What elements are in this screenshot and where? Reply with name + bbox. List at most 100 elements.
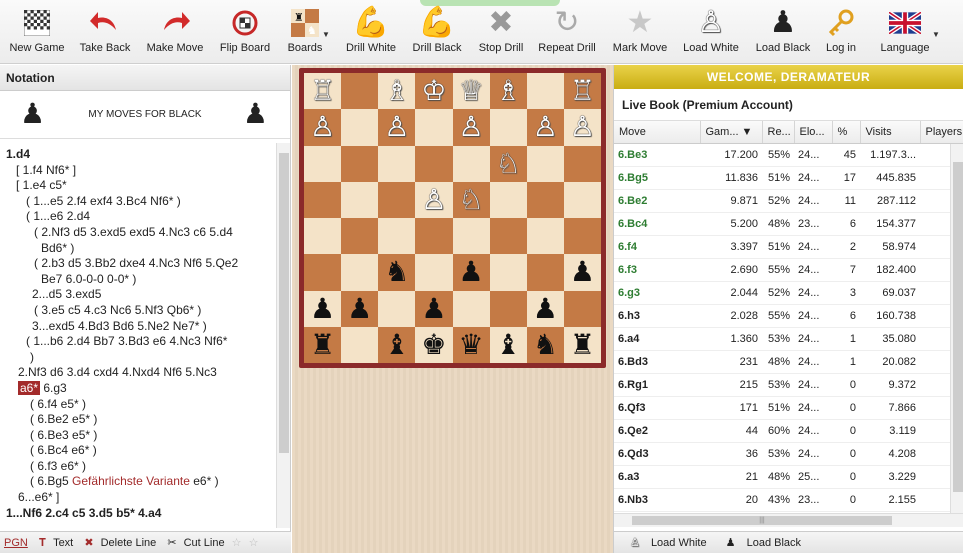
notation-line[interactable]: 2.Nf3 d6 3.d4 cxd4 4.Nxd4 Nf6 5.Nc3: [6, 365, 275, 381]
board-square[interactable]: [489, 109, 527, 146]
chevron-down-icon[interactable]: ▼: [932, 30, 940, 39]
chess-piece[interactable]: ♙: [384, 113, 409, 141]
notation-line[interactable]: ( 6.Bg5 Gefährlichste Variante e6* ): [6, 474, 275, 490]
column-header[interactable]: Gam... ▼: [700, 121, 763, 144]
board-square[interactable]: [563, 145, 601, 182]
chess-piece[interactable]: ♝: [496, 330, 521, 359]
chess-piece[interactable]: ♙: [533, 113, 558, 141]
load-white-button[interactable]: ♙ Load White: [680, 4, 742, 62]
chess-piece[interactable]: ♖: [310, 77, 335, 105]
board-square[interactable]: [526, 73, 564, 110]
table-row[interactable]: 6.Be2 9.871 52% 24... 11 287.112: [614, 189, 963, 213]
chess-piece[interactable]: ♔: [421, 77, 446, 105]
board-square[interactable]: [378, 290, 416, 327]
board-square[interactable]: ♖: [304, 73, 342, 110]
board-square[interactable]: [452, 290, 490, 327]
notation-line[interactable]: [ 1.e4 c5*: [6, 178, 275, 194]
board-square[interactable]: [341, 145, 379, 182]
board-square[interactable]: ♝: [489, 326, 527, 363]
board-square[interactable]: ♘: [452, 181, 490, 218]
board-square[interactable]: [341, 218, 379, 255]
chess-piece[interactable]: ♙: [459, 113, 484, 141]
column-header[interactable]: Elo...: [794, 121, 833, 144]
board-square[interactable]: ♘: [489, 145, 527, 182]
chess-board[interactable]: ♖ ♗ ♔ ♕ ♗ ♖ ♙ ♙ ♙ ♙ ♙ ♘ ♙ ♘ ♞ ♟ ♟ ♟ ♟ ♟ ♟ ♜ ♝ ♚ ♛ ♝ ♞ ♜: [304, 73, 601, 363]
board-square[interactable]: [489, 218, 527, 255]
delete-line-button[interactable]: ✖ Delete Line: [80, 537, 156, 549]
notation-line[interactable]: 1...Nf6 2.c4 c5 3.d5 b5* 4.a4: [6, 506, 275, 522]
stop-drill-button[interactable]: ✖ Stop Drill: [474, 4, 528, 62]
table-row[interactable]: 6.a4 1.360 53% 24... 1 35.080: [614, 327, 963, 351]
board-square[interactable]: ♜: [563, 326, 601, 363]
table-row[interactable]: 6.Qe2 44 60% 24... 0 3.119: [614, 419, 963, 443]
text-button[interactable]: 𝐓 Text: [35, 537, 73, 549]
board-square[interactable]: [341, 181, 379, 218]
board-square[interactable]: [341, 73, 379, 110]
board-square[interactable]: ♚: [415, 326, 453, 363]
notation-line[interactable]: ( 2.Nf3 d5 3.exd5 exd5 4.Nc3 c6 5.d4: [6, 225, 275, 241]
board-square[interactable]: [415, 109, 453, 146]
board-square[interactable]: ♟: [526, 290, 564, 327]
board-square[interactable]: ♟: [563, 254, 601, 291]
chess-piece[interactable]: ♝: [384, 330, 409, 359]
board-square[interactable]: [452, 145, 490, 182]
cut-line-button[interactable]: ✂ Cut Line: [163, 537, 224, 549]
chess-piece[interactable]: ♛: [459, 330, 484, 359]
notation-line[interactable]: 6...e6* ]: [6, 490, 275, 506]
notation-line[interactable]: 1.d4: [6, 147, 275, 163]
table-row[interactable]: 6.f3 2.690 55% 24... 7 182.400: [614, 258, 963, 282]
board-square[interactable]: [378, 218, 416, 255]
table-row[interactable]: 6.a3 21 48% 25... 0 3.229: [614, 465, 963, 489]
chess-piece[interactable]: ♟: [570, 258, 595, 286]
notation-line[interactable]: ( 1...b6 2.d4 Bb7 3.Bd3 e6 4.Nc3 Nf6*: [6, 334, 275, 350]
load-white-footer-button[interactable]: ♙ Load White: [622, 537, 707, 549]
table-row[interactable]: 6.Qf3 171 51% 24... 0 7.866: [614, 396, 963, 420]
table-row[interactable]: 6.Bc4 5.200 48% 23... 6 154.377: [614, 212, 963, 236]
board-square[interactable]: [304, 145, 342, 182]
notation-line[interactable]: ( 6.f3 e6* ): [6, 459, 275, 475]
board-square[interactable]: [563, 290, 601, 327]
chess-piece[interactable]: ♙: [570, 113, 595, 141]
board-square[interactable]: ♞: [526, 326, 564, 363]
notation-line[interactable]: a6* 6.g3: [6, 380, 275, 397]
notation-line[interactable]: ( 6.Be3 e5* ): [6, 428, 275, 444]
pgn-link[interactable]: PGN: [4, 537, 28, 549]
notation-line[interactable]: ( 1...e6 2.d4: [6, 209, 275, 225]
make-move-button[interactable]: Make Move: [144, 4, 206, 62]
repeat-drill-button[interactable]: ↻ Repeat Drill: [536, 4, 598, 62]
column-header[interactable]: %: [832, 121, 861, 144]
table-row[interactable]: 6.h3 2.028 55% 24... 6 160.738: [614, 304, 963, 328]
chess-piece[interactable]: ♜: [310, 330, 335, 359]
board-square[interactable]: ♟: [304, 290, 342, 327]
chess-piece[interactable]: ♟: [533, 294, 558, 323]
new-game-button[interactable]: New Game: [8, 4, 66, 62]
board-square[interactable]: [489, 254, 527, 291]
drill-white-button[interactable]: 💪 Drill White: [342, 4, 400, 62]
board-square[interactable]: ♞: [378, 254, 416, 291]
board-square[interactable]: ♙: [452, 109, 490, 146]
board-square[interactable]: ♙: [415, 181, 453, 218]
notation-line[interactable]: Bd6* ): [6, 241, 275, 257]
board-square[interactable]: ♗: [378, 73, 416, 110]
board-square[interactable]: ♙: [526, 109, 564, 146]
book-scrollbar[interactable]: [950, 144, 963, 514]
flip-board-button[interactable]: Flip Board: [216, 4, 274, 62]
board-square[interactable]: [563, 181, 601, 218]
table-row[interactable]: 6.g3 2.044 52% 24... 3 69.037: [614, 281, 963, 305]
language-button[interactable]: Language: [874, 4, 936, 62]
star-icon[interactable]: ☆: [232, 537, 242, 549]
chess-piece[interactable]: ♙: [310, 113, 335, 141]
notation-line[interactable]: Be7 6.0-0-0 0-0* ): [6, 272, 275, 288]
log-in-button[interactable]: Log in: [820, 4, 862, 62]
table-row[interactable]: 6.Bd3 231 48% 24... 1 20.082: [614, 350, 963, 374]
board-square[interactable]: [526, 218, 564, 255]
board-square[interactable]: [489, 290, 527, 327]
chess-piece[interactable]: ♗: [496, 77, 521, 105]
board-square[interactable]: [526, 145, 564, 182]
board-square[interactable]: [304, 181, 342, 218]
board-square[interactable]: [452, 218, 490, 255]
notation-scrollbar[interactable]: [276, 143, 290, 528]
star-add-icon[interactable]: ☆: [249, 537, 259, 549]
board-square[interactable]: [526, 254, 564, 291]
column-header[interactable]: Visits: [860, 121, 921, 144]
